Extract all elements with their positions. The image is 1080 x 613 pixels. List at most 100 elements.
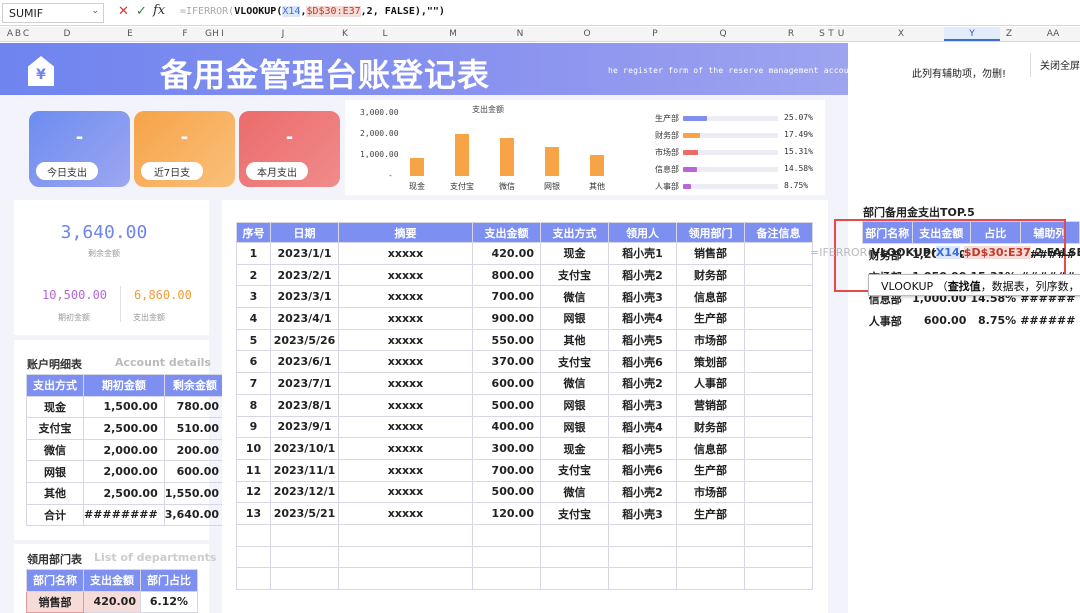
col-header[interactable]: 支出方式 [540, 222, 609, 243]
table-cell[interactable]: 支付宝 [26, 417, 84, 440]
table-cell[interactable]: 网银 [540, 307, 609, 330]
table-cell[interactable]: 营销部 [676, 393, 745, 417]
name-box[interactable]: SUMIF ⌄ [2, 3, 104, 23]
table-cell[interactable]: 信息部 [676, 437, 745, 460]
table-cell[interactable]: 500.00 [472, 480, 541, 504]
table-cell[interactable] [744, 263, 813, 287]
table-cell[interactable]: 420.00 [83, 590, 141, 613]
table-cell[interactable]: 人事部 [676, 372, 745, 395]
table-cell[interactable]: 合计 [26, 503, 84, 527]
col-header[interactable]: 支出金额 [472, 222, 541, 243]
table-cell[interactable]: xxxxx [338, 242, 473, 265]
col-header[interactable]: 序号 [236, 222, 271, 243]
table-cell[interactable]: 市场部 [676, 328, 745, 352]
table-cell[interactable] [744, 307, 813, 330]
table-cell[interactable]: 1,550.00 [163, 481, 227, 505]
column-header[interactable]: O [572, 29, 602, 39]
table-cell[interactable]: 现金 [540, 437, 609, 460]
table-cell[interactable]: 2,000.00 [83, 438, 165, 462]
table-cell[interactable]: 微信 [540, 372, 609, 395]
col-header[interactable]: 支出方式 [26, 374, 84, 397]
table-cell[interactable]: 销售部 [26, 590, 84, 613]
column-header[interactable]: F [170, 29, 200, 39]
table-cell[interactable]: 370.00 [472, 350, 541, 374]
column-header[interactable]: A [6, 29, 14, 39]
table-cell[interactable] [472, 567, 541, 590]
chevron-down-icon[interactable]: ⌄ [91, 6, 99, 16]
table-cell[interactable]: 200.00 [163, 438, 227, 462]
table-cell[interactable]: 11 [236, 458, 271, 482]
table-cell[interactable]: 2023/5/21 [270, 502, 339, 525]
table-cell[interactable]: ###### [1020, 310, 1079, 332]
table-cell[interactable]: 13 [236, 502, 271, 525]
table-cell[interactable]: 现金 [540, 242, 609, 265]
table-cell[interactable] [540, 523, 609, 547]
column-header[interactable]: Q [708, 29, 738, 39]
table-cell[interactable]: 生产部 [676, 307, 745, 330]
table-cell[interactable]: 2023/8/1 [270, 393, 339, 417]
close-fullscreen-button[interactable]: 关闭全屏 [1030, 53, 1080, 77]
table-cell[interactable]: 6 [236, 350, 271, 374]
table-cell[interactable]: 稻小壳2 [608, 263, 677, 287]
column-header[interactable]: U [836, 29, 846, 39]
table-cell[interactable]: 120.00 [472, 502, 541, 525]
table-cell[interactable]: 稻小壳6 [608, 350, 677, 374]
table-cell[interactable] [338, 523, 473, 547]
table-cell[interactable] [744, 458, 813, 482]
table-cell[interactable] [236, 523, 271, 547]
column-header[interactable]: K [330, 29, 360, 39]
col-header[interactable]: 备注信息 [744, 222, 813, 243]
table-cell[interactable]: 稻小壳2 [608, 372, 677, 395]
table-cell[interactable]: 稻小壳4 [608, 415, 677, 439]
table-cell[interactable]: 2023/5/26 [270, 328, 339, 352]
col-header[interactable]: 期初金额 [83, 374, 165, 397]
table-cell[interactable]: 稻小壳6 [608, 458, 677, 482]
table-cell[interactable]: 3,640.00 [163, 503, 227, 527]
col-header[interactable]: 支出金额 [83, 569, 141, 592]
table-cell[interactable]: 稻小壳5 [608, 328, 677, 352]
table-cell[interactable]: 800.00 [472, 263, 541, 287]
table-cell[interactable]: 2023/9/1 [270, 415, 339, 439]
table-cell[interactable] [608, 567, 677, 590]
column-header[interactable]: H [212, 29, 219, 39]
table-cell[interactable]: 财务部 [676, 415, 745, 439]
table-cell[interactable] [270, 567, 339, 590]
table-cell[interactable]: xxxxx [338, 285, 473, 309]
table-cell[interactable] [744, 242, 813, 265]
column-header[interactable]: X [886, 29, 916, 39]
table-cell[interactable]: 2023/12/1 [270, 480, 339, 504]
table-cell[interactable]: 10 [236, 437, 271, 460]
table-cell[interactable]: 500.00 [472, 393, 541, 417]
column-header[interactable]: Z [994, 29, 1024, 39]
table-cell[interactable] [472, 545, 541, 569]
table-cell[interactable]: 600.00 [472, 372, 541, 395]
table-cell[interactable]: 微信 [540, 480, 609, 504]
table-cell[interactable]: 6.12% [140, 590, 198, 613]
col-header[interactable]: 剩余金额 [163, 374, 227, 397]
table-cell[interactable]: 4 [236, 307, 271, 330]
table-cell[interactable]: 其他 [26, 481, 84, 505]
table-cell[interactable]: 2023/4/1 [270, 307, 339, 330]
table-cell[interactable] [744, 480, 813, 504]
table-cell[interactable]: 600.00 [912, 310, 970, 332]
table-cell[interactable]: 稻小壳3 [608, 393, 677, 417]
table-cell[interactable]: 支付宝 [540, 502, 609, 525]
table-cell[interactable]: 稻小壳2 [608, 480, 677, 504]
table-cell[interactable]: 支付宝 [540, 458, 609, 482]
table-cell[interactable] [744, 523, 813, 547]
table-cell[interactable]: 网银 [540, 415, 609, 439]
table-cell[interactable]: xxxxx [338, 458, 473, 482]
table-cell[interactable]: 支付宝 [540, 263, 609, 287]
table-cell[interactable]: 市场部 [676, 480, 745, 504]
table-cell[interactable]: 1,500.00 [83, 395, 165, 419]
table-cell[interactable]: 700.00 [472, 285, 541, 309]
table-cell[interactable]: 稻小壳3 [608, 285, 677, 309]
table-cell[interactable]: 780.00 [163, 395, 227, 419]
table-cell[interactable] [338, 567, 473, 590]
col-header[interactable]: 摘要 [338, 222, 473, 243]
table-cell[interactable]: 网银 [26, 460, 84, 483]
table-cell[interactable]: xxxxx [338, 437, 473, 460]
col-header[interactable]: 部门名称 [26, 569, 84, 592]
table-cell[interactable]: 2023/7/1 [270, 372, 339, 395]
table-cell[interactable]: 9 [236, 415, 271, 439]
